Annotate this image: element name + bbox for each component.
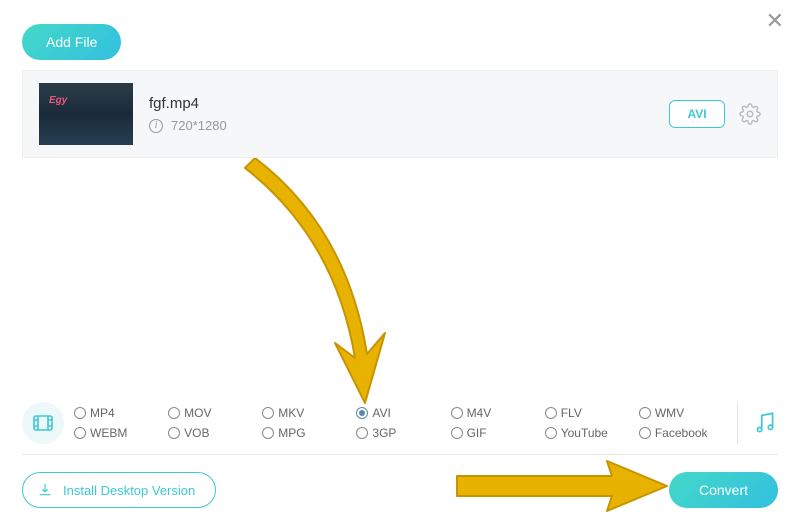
radio-icon — [168, 407, 180, 419]
radio-icon — [545, 427, 557, 439]
formats-panel: MP4 MOV MKV AVI M4V FLV WMV WEBM VOB MPG 3GP GIF You… — [22, 396, 778, 455]
file-info: fgf.mp4 i 720*1280 — [149, 95, 227, 133]
format-label: WMV — [655, 406, 684, 420]
format-label: MOV — [184, 406, 211, 420]
install-desktop-label: Install Desktop Version — [63, 483, 195, 498]
radio-icon — [356, 427, 368, 439]
convert-button[interactable]: Convert — [669, 472, 778, 508]
video-format-grid: MP4 MOV MKV AVI M4V FLV WMV WEBM VOB MPG 3GP GIF You… — [74, 406, 729, 440]
format-label: MP4 — [90, 406, 115, 420]
format-label: MKV — [278, 406, 304, 420]
annotation-arrow-to-avi — [205, 158, 425, 418]
format-option-3gp[interactable]: 3GP — [356, 426, 446, 440]
format-label: M4V — [467, 406, 492, 420]
format-option-m4v[interactable]: M4V — [451, 406, 541, 420]
radio-icon — [262, 427, 274, 439]
radio-icon — [639, 427, 651, 439]
format-label: VOB — [184, 426, 209, 440]
format-label: FLV — [561, 406, 582, 420]
selected-format-button[interactable]: AVI — [669, 100, 725, 128]
format-option-mov[interactable]: MOV — [168, 406, 258, 420]
gear-icon[interactable] — [739, 103, 761, 125]
radio-icon — [74, 407, 86, 419]
format-label: 3GP — [372, 426, 396, 440]
video-formats-icon — [22, 402, 64, 444]
radio-icon — [74, 427, 86, 439]
footer: Install Desktop Version Convert — [22, 472, 778, 508]
radio-icon — [451, 407, 463, 419]
format-label: Facebook — [655, 426, 708, 440]
install-desktop-button[interactable]: Install Desktop Version — [22, 472, 216, 508]
format-label: GIF — [467, 426, 487, 440]
file-card: Egy fgf.mp4 i 720*1280 AVI — [22, 70, 778, 158]
format-option-mp4[interactable]: MP4 — [74, 406, 164, 420]
format-label: YouTube — [561, 426, 608, 440]
format-option-vob[interactable]: VOB — [168, 426, 258, 440]
thumbnail-overlay-text: Egy — [49, 95, 67, 106]
video-thumbnail: Egy — [39, 83, 133, 145]
close-icon[interactable]: ✕ — [766, 8, 784, 34]
format-option-youtube[interactable]: YouTube — [545, 426, 635, 440]
format-option-mkv[interactable]: MKV — [262, 406, 352, 420]
download-icon — [37, 482, 53, 498]
format-option-flv[interactable]: FLV — [545, 406, 635, 420]
radio-icon — [262, 407, 274, 419]
file-resolution: 720*1280 — [171, 118, 227, 133]
format-label: MPG — [278, 426, 305, 440]
format-option-avi[interactable]: AVI — [356, 406, 446, 420]
radio-icon — [545, 407, 557, 419]
radio-icon — [168, 427, 180, 439]
format-label: WEBM — [90, 426, 127, 440]
radio-icon — [356, 407, 368, 419]
format-label: AVI — [372, 406, 390, 420]
format-option-gif[interactable]: GIF — [451, 426, 541, 440]
info-icon: i — [149, 119, 163, 133]
file-name: fgf.mp4 — [149, 95, 227, 112]
format-option-webm[interactable]: WEBM — [74, 426, 164, 440]
format-option-facebook[interactable]: Facebook — [639, 426, 729, 440]
audio-formats-icon[interactable] — [737, 402, 778, 444]
radio-icon — [639, 407, 651, 419]
format-option-mpg[interactable]: MPG — [262, 426, 352, 440]
add-file-button[interactable]: Add File — [22, 24, 121, 60]
radio-icon — [451, 427, 463, 439]
file-meta: i 720*1280 — [149, 118, 227, 133]
format-option-wmv[interactable]: WMV — [639, 406, 729, 420]
